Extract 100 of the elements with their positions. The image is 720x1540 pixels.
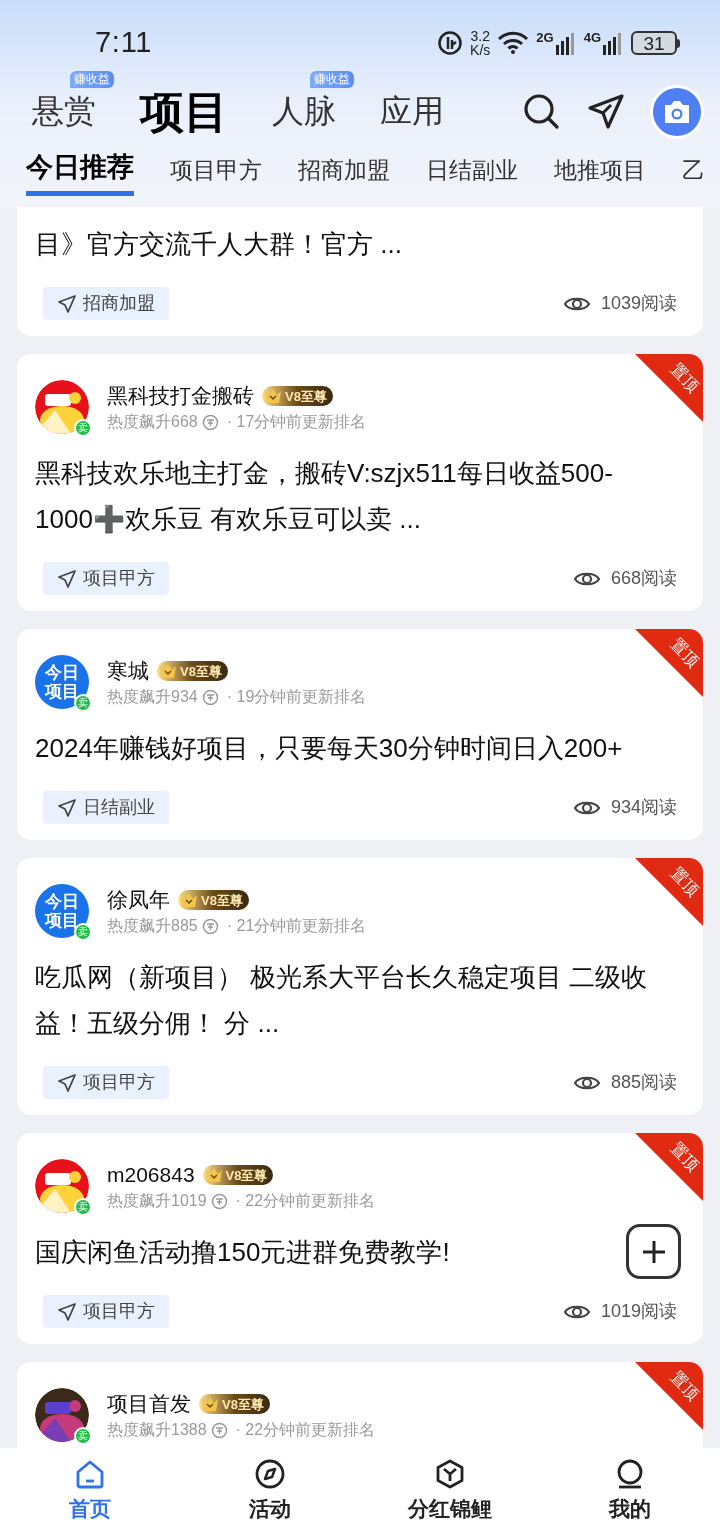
signal-icon [602, 31, 624, 55]
category-tab[interactable]: 招商加盟 [298, 148, 390, 189]
vip-label: V8至尊 [225, 1168, 268, 1182]
send-icon [57, 293, 77, 314]
top-tab[interactable]: 项目 [140, 90, 228, 134]
tag-label: 日结副业 [83, 796, 155, 819]
post-text: 黑科技欢乐地主打金，搬砖V:szjx511每日收益500-1000➕欢乐豆 有欢乐豆可以卖 ... [35, 457, 614, 536]
post-text: 目》官方交流千人大群！官方 ... [35, 228, 403, 261]
category-tab[interactable]: 乙 [682, 148, 705, 189]
read-count: 934阅读 [610, 796, 677, 819]
update-time: · 22分钟前更新排名 [235, 1420, 376, 1440]
read-count: 1039阅读 [600, 292, 677, 315]
post-text: 吃瓜网（新项目） 极光系大平台长久稳定项目 二级收益！五级分佣！ 分 ... [35, 961, 649, 1040]
category-tab[interactable]: 日结副业 [426, 148, 518, 189]
category-tag[interactable]: 日结副业 [43, 791, 169, 824]
network-type: 4G [583, 31, 601, 45]
nav-tab[interactable]: 我的 [540, 1458, 720, 1540]
author-name: 徐凤年 [107, 887, 170, 913]
heat-score: 热度飙升885 [107, 916, 198, 936]
earn-badge: 赚收益 [70, 71, 114, 88]
pinned-label: 置顶 [668, 361, 702, 395]
post-text: 2024年赚钱好项目，只要每天30分钟时间日入200+ [35, 732, 624, 765]
home-icon [74, 1458, 106, 1490]
speed-value: 3.2 [470, 29, 490, 43]
data-saver-icon [437, 30, 464, 56]
crown-icon [180, 892, 198, 908]
compass-icon [254, 1458, 286, 1490]
tag-label: 项目甲方 [83, 567, 155, 590]
camera-button[interactable] [650, 85, 704, 139]
tag-label: 招商加盟 [83, 292, 155, 315]
plus-icon [640, 1238, 667, 1265]
heat-score: 热度飙升934 [107, 687, 198, 707]
crown-icon [264, 388, 282, 404]
top-tab[interactable]: 悬赏 [32, 95, 96, 127]
battery-icon: 31 [631, 31, 677, 55]
read-count: 668阅读 [610, 567, 677, 590]
rank-icon [210, 1421, 228, 1439]
post-card[interactable]: 卖 m206843 V8至尊 热度飙升1019 · 22分钟前更新排名 置顶 国庆闲鱼活动撸150元进群免费教学! 项目甲方 1019阅读 [17, 1133, 703, 1344]
top-tab[interactable]: 应用 [380, 95, 444, 127]
heat-score: 热度飙升1019 [107, 1191, 207, 1211]
post-card[interactable]: 卖 黑科技打金搬砖 V8至尊 热度飙升668 · 17分钟前更新排名 置顶 黑科技欢乐地主打金，搬砖V:szjx511每日收益500-1000➕欢乐豆 有欢乐豆可以卖 ... 项目甲方 668阅读 [17, 354, 703, 611]
category-tab[interactable]: 项目甲方 [170, 148, 262, 189]
update-time: · 19分钟前更新排名 [226, 687, 367, 707]
pinned-label: 置顶 [668, 1369, 702, 1403]
speed-unit: K/s [470, 43, 491, 57]
category-tag[interactable]: 项目甲方 [43, 1295, 169, 1328]
heat-score: 热度飙升1388 [107, 1420, 207, 1440]
author-name: 黑科技打金搬砖 [107, 383, 254, 409]
top-tab[interactable]: 人脉 [272, 95, 336, 127]
seller-badge: 卖 [74, 419, 92, 437]
signal-icon [554, 31, 577, 55]
post-card[interactable]: 目》官方交流千人大群！官方 ... 招商加盟 1039阅读 [17, 207, 703, 336]
category-tab[interactable]: 地推项目 [554, 148, 646, 189]
seller-badge: 卖 [74, 1427, 92, 1445]
pinned-label: 置顶 [668, 865, 702, 899]
category-tab[interactable]: 今日推荐 [26, 148, 134, 196]
rank-icon [201, 413, 219, 431]
nav-tab[interactable]: 活动 [180, 1458, 360, 1540]
crown-icon [159, 663, 177, 679]
update-time: · 21分钟前更新排名 [226, 916, 367, 936]
cube-icon [434, 1458, 466, 1490]
send-icon [57, 568, 77, 589]
nav-tab[interactable]: 首页 [0, 1458, 180, 1540]
rank-icon [210, 1192, 228, 1210]
vip-label: V8至尊 [222, 1397, 264, 1411]
author-name: 项目首发 [107, 1391, 191, 1417]
update-time: · 17分钟前更新排名 [226, 412, 367, 432]
send-icon [57, 1301, 77, 1322]
send-icon [57, 1072, 77, 1093]
network-type: 2G [536, 31, 554, 45]
tag-label: 项目甲方 [83, 1071, 155, 1094]
vip-label: V8至尊 [180, 664, 222, 678]
add-button[interactable] [626, 1224, 681, 1279]
wifi-icon [497, 31, 530, 55]
send-icon [57, 797, 77, 818]
post-card[interactable]: 卖 项目首发 V8至尊 热度飙升1388 · 22分钟前更新排名 置顶 [17, 1362, 703, 1448]
nav-tab[interactable]: 分红锦鲤 [360, 1458, 540, 1540]
tag-label: 项目甲方 [83, 1300, 155, 1323]
category-tag[interactable]: 项目甲方 [43, 562, 169, 595]
category-tag[interactable]: 招商加盟 [43, 287, 169, 320]
seller-badge: 卖 [74, 1198, 92, 1216]
category-tag[interactable]: 项目甲方 [43, 1066, 169, 1099]
rank-icon [201, 688, 219, 706]
send-icon[interactable] [586, 92, 626, 132]
earn-badge: 赚收益 [310, 71, 354, 88]
pinned-label: 置顶 [668, 636, 702, 670]
crown-icon [204, 1167, 223, 1183]
update-time: · 22分钟前更新排名 [235, 1191, 376, 1211]
camera-icon [662, 99, 692, 125]
crown-icon [201, 1396, 219, 1412]
pinned-label: 置顶 [668, 1140, 702, 1174]
heat-score: 热度飙升668 [107, 412, 198, 432]
author-name: 寒城 [107, 658, 149, 684]
read-count: 885阅读 [610, 1071, 677, 1094]
read-count: 1019阅读 [600, 1300, 677, 1323]
rank-icon [201, 917, 219, 935]
vip-label: V8至尊 [285, 389, 327, 403]
clock-time: 7:11 [95, 25, 153, 61]
vip-label: V8至尊 [201, 893, 243, 907]
post-text: 国庆闲鱼活动撸150元进群免费教学! [35, 1236, 451, 1269]
